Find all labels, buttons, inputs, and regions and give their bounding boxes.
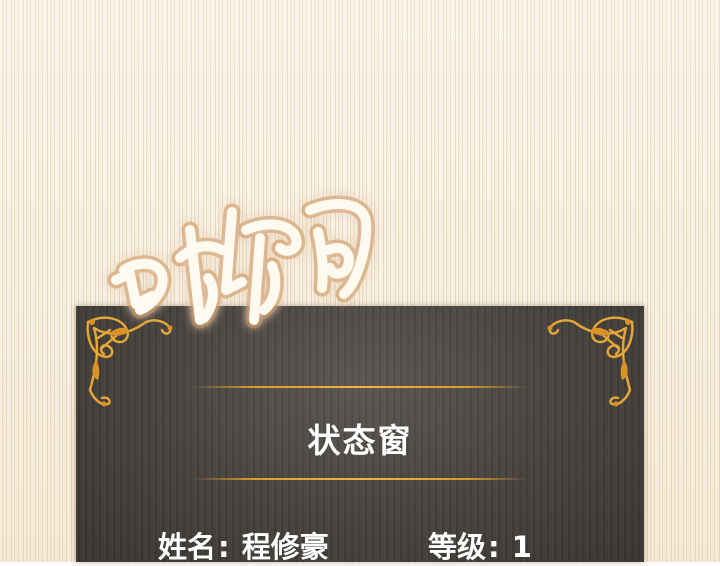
name-label: 姓名	[158, 530, 217, 564]
gold-divider-top	[192, 386, 528, 388]
level-stat: 等级: 1	[428, 524, 532, 566]
sound-effect-stamp-icon	[107, 195, 375, 329]
name-separator: :	[218, 530, 230, 564]
level-label: 等级	[428, 530, 487, 564]
name-stat: 姓名: 程修豪	[158, 524, 329, 566]
name-value: 程修豪	[241, 530, 329, 564]
gold-divider-bottom	[192, 478, 528, 480]
level-value: 1	[511, 530, 532, 564]
level-separator: :	[488, 530, 500, 564]
corner-ornament-right-icon	[547, 316, 634, 407]
status-window-title: 状态窗	[307, 421, 413, 460]
